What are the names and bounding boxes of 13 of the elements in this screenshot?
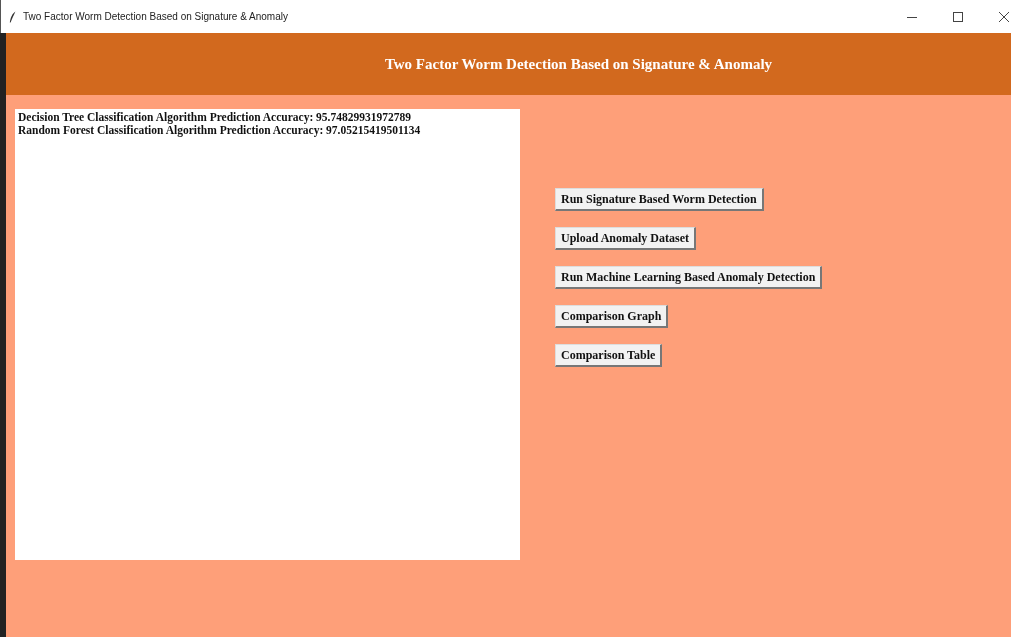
output-line: Random Forest Classification Algorithm Prediction Accuracy: 97.05215419501134 [18,124,422,137]
app-title: Two Factor Worm Detection Based on Signature & Anomaly [384,55,773,73]
action-button[interactable]: Run Signature Based Worm Detection [555,188,764,211]
action-button[interactable]: Run Machine Learning Based Anomaly Detection [555,266,823,289]
action-button[interactable]: Upload Anomaly Dataset [555,227,696,250]
feather-icon [9,10,17,23]
action-button[interactable]: Comparison Table [555,344,663,367]
output-line: Decision Tree Classification Algorithm Prediction Accuracy: 95.74829931972789 [18,111,412,124]
output-text-area[interactable]: Decision Tree Classification Algorithm Prediction Accuracy: 95.74829931972789 Random Forest Classification Algorithm Prediction Accuracy: 97.05215419501134 [15,109,520,560]
maximize-icon[interactable] [953,11,963,22]
close-icon[interactable] [999,11,1009,22]
window-title: Two Factor Worm Detection Based on Signature & Anomaly [23,11,288,22]
action-button[interactable]: Comparison Graph [555,305,669,328]
